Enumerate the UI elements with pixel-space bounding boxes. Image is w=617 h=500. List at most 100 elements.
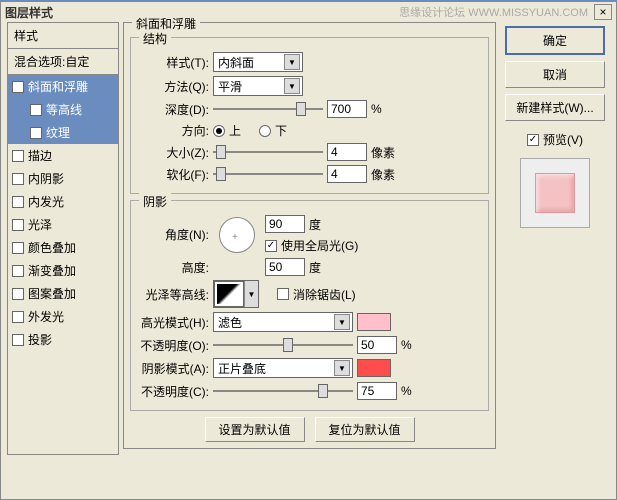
highlight-color-swatch[interactable]	[357, 313, 391, 331]
style-checkbox[interactable]	[12, 150, 24, 162]
chevron-down-icon: ▼	[284, 78, 300, 94]
dialog-title: 图层样式	[5, 4, 53, 21]
style-label: 样式(T):	[137, 54, 209, 71]
style-checkbox[interactable]	[30, 127, 42, 139]
cancel-button[interactable]: 取消	[505, 61, 605, 88]
shadow-mode-select[interactable]: 正片叠底 ▼	[213, 358, 353, 378]
style-item-label: 内阴影	[28, 170, 64, 187]
shadow-opacity-slider[interactable]	[213, 383, 353, 399]
altitude-input[interactable]: 50	[265, 258, 305, 276]
preview-thumbnail	[520, 158, 590, 228]
antialias-checkbox[interactable]	[277, 288, 289, 300]
size-input[interactable]: 4	[327, 143, 367, 161]
style-item-label: 描边	[28, 147, 52, 164]
style-item-label: 图案叠加	[28, 285, 76, 302]
style-item-label: 颜色叠加	[28, 239, 76, 256]
styles-list: 样式 混合选项:自定 斜面和浮雕等高线纹理描边内阴影内发光光泽颜色叠加渐变叠加图…	[7, 22, 119, 455]
gloss-contour[interactable]: ▼	[213, 280, 259, 308]
style-checkbox[interactable]	[12, 219, 24, 231]
highlight-opacity-label: 不透明度(O):	[137, 337, 209, 354]
style-item-label: 纹理	[46, 124, 70, 141]
shadow-mode-label: 阴影模式(A):	[137, 360, 209, 377]
style-checkbox[interactable]	[12, 288, 24, 300]
global-light-checkbox[interactable]	[265, 240, 277, 252]
angle-input[interactable]: 90	[265, 215, 305, 233]
new-style-button[interactable]: 新建样式(W)...	[505, 94, 605, 121]
depth-input[interactable]: 700	[327, 100, 367, 118]
style-checkbox[interactable]	[12, 265, 24, 277]
style-item[interactable]: 渐变叠加	[8, 259, 118, 282]
soften-label: 软化(F):	[137, 166, 209, 183]
shadow-opacity-label: 不透明度(C):	[137, 383, 209, 400]
style-item[interactable]: 光泽	[8, 213, 118, 236]
style-item-label: 内发光	[28, 193, 64, 210]
reset-default-button[interactable]: 复位为默认值	[315, 417, 415, 442]
style-item-label: 等高线	[46, 101, 82, 118]
direction-up-radio[interactable]	[213, 125, 225, 137]
style-item-label: 外发光	[28, 308, 64, 325]
angle-label: 角度(N):	[137, 226, 209, 243]
style-item[interactable]: 描边	[8, 144, 118, 167]
altitude-label: 高度:	[137, 259, 209, 276]
preview-label: 预览(V)	[543, 131, 583, 148]
style-checkbox[interactable]	[30, 104, 42, 116]
angle-dial[interactable]	[219, 217, 255, 253]
style-checkbox[interactable]	[12, 196, 24, 208]
highlight-opacity-input[interactable]: 50	[357, 336, 397, 354]
style-checkbox[interactable]	[12, 334, 24, 346]
style-checkbox[interactable]	[12, 173, 24, 185]
style-item[interactable]: 纹理	[8, 121, 118, 144]
style-item[interactable]: 颜色叠加	[8, 236, 118, 259]
style-item-label: 渐变叠加	[28, 262, 76, 279]
antialias-label: 消除锯齿(L)	[293, 286, 356, 303]
soften-input[interactable]: 4	[327, 165, 367, 183]
method-select[interactable]: 平滑 ▼	[213, 76, 303, 96]
shading-title: 阴影	[139, 193, 171, 210]
style-item[interactable]: 外发光	[8, 305, 118, 328]
highlight-mode-label: 高光模式(H):	[137, 314, 209, 331]
action-buttons: 确定 取消 新建样式(W)... 预览(V)	[500, 22, 610, 455]
style-item[interactable]: 图案叠加	[8, 282, 118, 305]
structure-title: 结构	[139, 30, 171, 47]
style-item[interactable]: 等高线	[8, 98, 118, 121]
titlebar: 图层样式 思缘设计论坛 WWW.MISSYUAN.COM ×	[1, 2, 616, 22]
gloss-label: 光泽等高线:	[137, 286, 209, 303]
bevel-panel: 斜面和浮雕 结构 样式(T): 内斜面 ▼ 方法(Q): 平滑	[123, 22, 496, 455]
style-item[interactable]: 斜面和浮雕	[8, 75, 118, 98]
close-icon: ×	[599, 5, 606, 19]
make-default-button[interactable]: 设置为默认值	[205, 417, 305, 442]
depth-slider[interactable]	[213, 101, 323, 117]
blend-options[interactable]: 混合选项:自定	[8, 49, 118, 75]
preview-checkbox[interactable]	[527, 134, 539, 146]
style-item-label: 光泽	[28, 216, 52, 233]
style-select[interactable]: 内斜面 ▼	[213, 52, 303, 72]
layer-style-dialog: 图层样式 思缘设计论坛 WWW.MISSYUAN.COM × 样式 混合选项:自…	[0, 0, 617, 500]
size-unit: 像素	[371, 144, 395, 161]
ok-button[interactable]: 确定	[505, 26, 605, 55]
direction-down-radio[interactable]	[259, 125, 271, 137]
style-checkbox[interactable]	[12, 81, 24, 93]
shadow-color-swatch[interactable]	[357, 359, 391, 377]
soften-slider[interactable]	[213, 166, 323, 182]
style-item[interactable]: 内发光	[8, 190, 118, 213]
chevron-down-icon: ▼	[334, 360, 350, 376]
size-slider[interactable]	[213, 144, 323, 160]
global-light-label: 使用全局光(G)	[281, 237, 358, 254]
style-checkbox[interactable]	[12, 242, 24, 254]
size-label: 大小(Z):	[137, 144, 209, 161]
style-item[interactable]: 内阴影	[8, 167, 118, 190]
style-item[interactable]: 投影	[8, 328, 118, 351]
styles-header: 样式	[8, 23, 118, 49]
highlight-mode-select[interactable]: 滤色 ▼	[213, 312, 353, 332]
soften-unit: 像素	[371, 166, 395, 183]
watermark: 思缘设计论坛 WWW.MISSYUAN.COM	[399, 4, 588, 20]
style-checkbox[interactable]	[12, 311, 24, 323]
highlight-opacity-slider[interactable]	[213, 337, 353, 353]
shadow-opacity-input[interactable]: 75	[357, 382, 397, 400]
chevron-down-icon: ▼	[244, 281, 258, 307]
chevron-down-icon: ▼	[284, 54, 300, 70]
style-item-label: 斜面和浮雕	[28, 78, 88, 95]
close-button[interactable]: ×	[594, 4, 612, 20]
direction-label: 方向:	[137, 122, 209, 139]
style-item-label: 投影	[28, 331, 52, 348]
